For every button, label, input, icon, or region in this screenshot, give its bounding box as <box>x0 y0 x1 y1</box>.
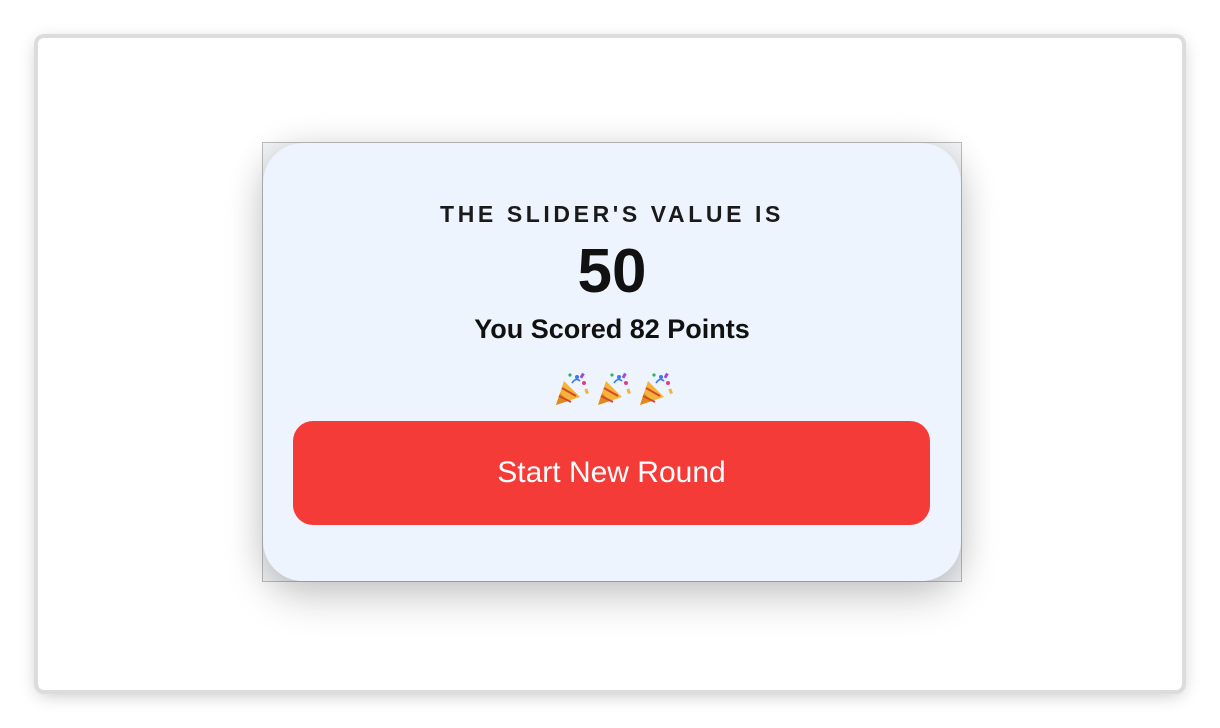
screen: THE SLIDER'S VALUE IS 50 You Scored 82 P… <box>0 0 1220 728</box>
party-popper-icon <box>598 372 631 405</box>
slider-value-heading: THE SLIDER'S VALUE IS <box>440 201 784 227</box>
celebration-icons <box>263 369 961 409</box>
party-popper-icon <box>556 372 589 405</box>
start-new-round-button[interactable]: Start New Round <box>293 421 930 525</box>
score-text: You Scored 82 Points <box>474 314 750 344</box>
slider-value: 50 <box>577 237 647 306</box>
party-popper-icon <box>640 372 673 405</box>
result-card: THE SLIDER'S VALUE IS 50 You Scored 82 P… <box>263 143 961 581</box>
